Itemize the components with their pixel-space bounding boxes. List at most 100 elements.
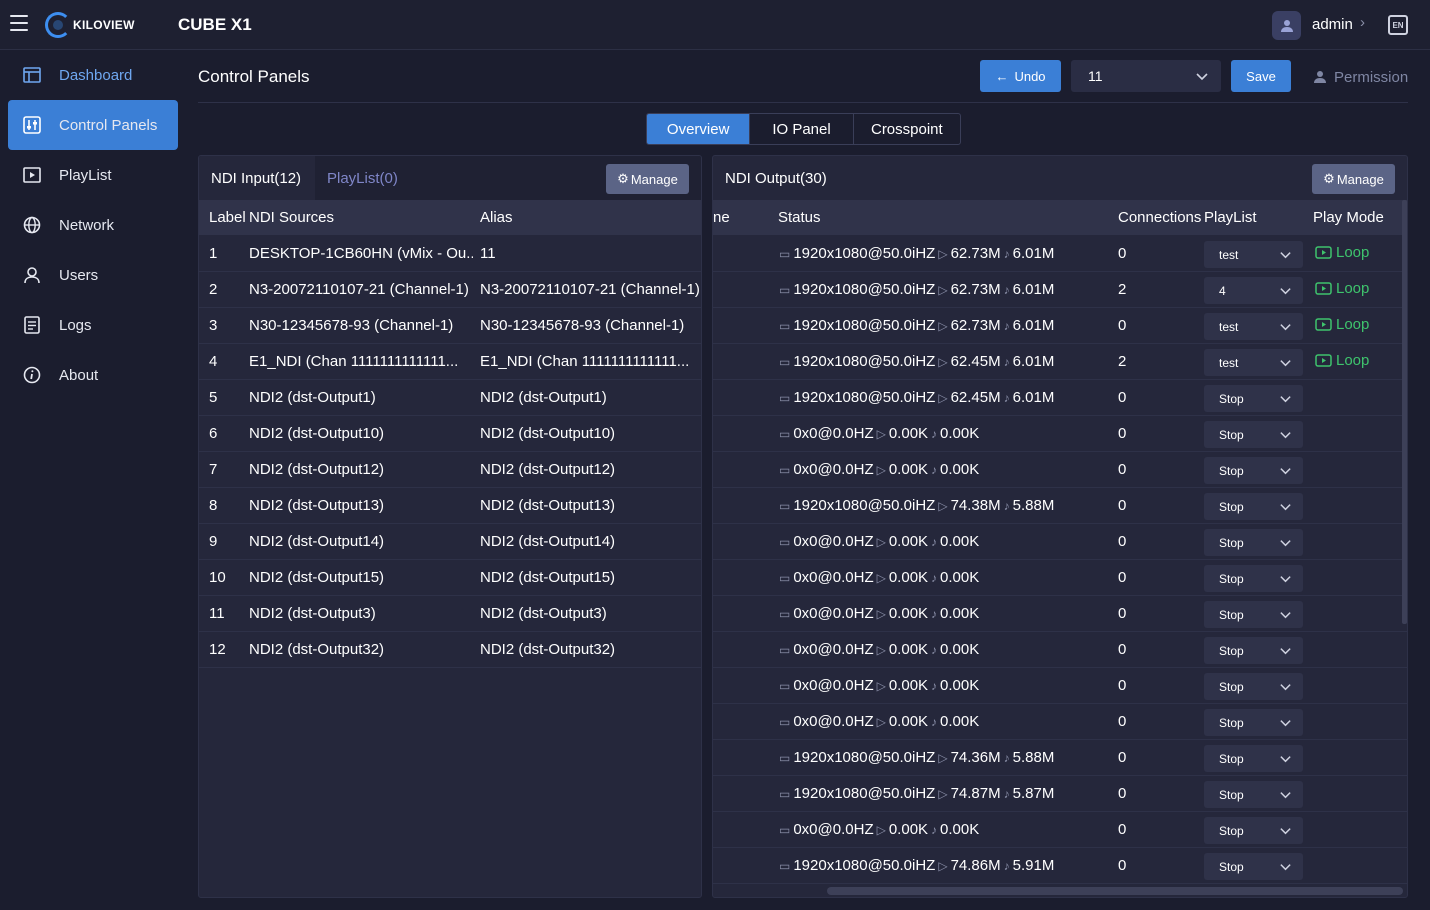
- vertical-scrollbar[interactable]: [1402, 200, 1407, 624]
- table-row[interactable]: ▭ 1920x1080@50.0iHZ ▷ 62.73M ♪ 6.01M 0 test Loop: [713, 236, 1407, 272]
- playlist-select[interactable]: Stop: [1204, 781, 1303, 808]
- menu-icon[interactable]: [10, 15, 28, 31]
- permission-button[interactable]: Permission: [1313, 66, 1408, 88]
- table-row[interactable]: ▭ 0x0@0.0HZ ▷ 0.00K ♪ 0.00K 0 Stop: [713, 812, 1407, 848]
- playlist-select[interactable]: test: [1204, 313, 1303, 340]
- video-icon: ▭: [779, 246, 791, 261]
- table-row[interactable]: 7 NDI2 (dst-Output12) NDI2 (dst-Output12): [199, 452, 701, 488]
- playlist-select[interactable]: Stop: [1204, 385, 1303, 412]
- tab-crosspoint[interactable]: Crosspoint: [854, 114, 960, 144]
- table-row[interactable]: 11 NDI2 (dst-Output3) NDI2 (dst-Output3): [199, 596, 701, 632]
- table-row[interactable]: 8 NDI2 (dst-Output13) NDI2 (dst-Output13): [199, 488, 701, 524]
- playlist-select[interactable]: Stop: [1204, 529, 1303, 556]
- sidebar-item-dashboard[interactable]: Dashboard: [8, 50, 178, 100]
- horizontal-scrollbar[interactable]: [827, 887, 1403, 895]
- playlist-select[interactable]: Stop: [1204, 673, 1303, 700]
- table-row[interactable]: ▭ 1920x1080@50.0iHZ ▷ 74.86M ♪ 5.91M 0 Stop: [713, 848, 1407, 884]
- user-icon: [22, 265, 42, 285]
- table-row[interactable]: ▭ 1920x1080@50.0iHZ ▷ 62.73M ♪ 6.01M 0 test Loop: [713, 308, 1407, 344]
- playlist-select[interactable]: Stop: [1204, 853, 1303, 880]
- audio-icon: ♪: [931, 462, 938, 477]
- sidebar-item-logs[interactable]: Logs: [8, 300, 178, 350]
- play-mode-loop[interactable]: Loop: [1315, 316, 1369, 333]
- row-connections: 2: [1118, 353, 1127, 370]
- table-row[interactable]: 4 E1_NDI (Chan 1111111111111... E1_NDI (Ch…: [199, 344, 701, 380]
- sidebar-item-users[interactable]: Users: [8, 250, 178, 300]
- playlist-select[interactable]: Stop: [1204, 637, 1303, 664]
- playlist-select[interactable]: Stop: [1204, 457, 1303, 484]
- video-icon: ▭: [779, 534, 791, 549]
- table-row[interactable]: ▭ 0x0@0.0HZ ▷ 0.00K ♪ 0.00K 0 Stop: [713, 596, 1407, 632]
- table-row[interactable]: 3 N30-12345678-93 (Channel-1) N30-12345678…: [199, 308, 701, 344]
- language-icon[interactable]: EN: [1388, 15, 1408, 35]
- table-row[interactable]: 12 NDI2 (dst-Output32) NDI2 (dst-Output32): [199, 632, 701, 668]
- playlist-select[interactable]: test: [1204, 241, 1303, 268]
- column-status: Status: [778, 209, 821, 226]
- row-label: 1: [209, 245, 218, 262]
- chevron-right-icon[interactable]: ›: [1360, 14, 1365, 31]
- playlist-select[interactable]: Stop: [1204, 601, 1303, 628]
- undo-button[interactable]: ← Undo: [980, 60, 1061, 92]
- manage-output-button[interactable]: ⚙ Manage: [1312, 164, 1395, 194]
- playlist-select[interactable]: Stop: [1204, 421, 1303, 448]
- playlist-select[interactable]: test: [1204, 349, 1303, 376]
- table-row[interactable]: ▭ 0x0@0.0HZ ▷ 0.00K ♪ 0.00K 0 Stop: [713, 704, 1407, 740]
- table-row[interactable]: ▭ 0x0@0.0HZ ▷ 0.00K ♪ 0.00K 0 Stop: [713, 524, 1407, 560]
- sidebar-item-control-panels[interactable]: Control Panels: [8, 100, 178, 150]
- user-name[interactable]: admin: [1312, 16, 1353, 33]
- table-row[interactable]: ▭ 1920x1080@50.0iHZ ▷ 62.73M ♪ 6.01M 2 4 Loop: [713, 272, 1407, 308]
- table-row[interactable]: ▭ 1920x1080@50.0iHZ ▷ 62.45M ♪ 6.01M 0 Stop: [713, 380, 1407, 416]
- table-row[interactable]: 9 NDI2 (dst-Output14) NDI2 (dst-Output14): [199, 524, 701, 560]
- save-button[interactable]: Save: [1231, 60, 1291, 92]
- table-row[interactable]: ▭ 0x0@0.0HZ ▷ 0.00K ♪ 0.00K 0 Stop: [713, 416, 1407, 452]
- table-row[interactable]: 10 NDI2 (dst-Output15) NDI2 (dst-Output15): [199, 560, 701, 596]
- chevron-down-icon: [1280, 612, 1291, 619]
- row-connections: 0: [1118, 317, 1127, 334]
- table-row[interactable]: ▭ 1920x1080@50.0iHZ ▷ 74.87M ♪ 5.87M 0 Stop: [713, 776, 1407, 812]
- chevron-down-icon: [1280, 828, 1291, 835]
- sidebar-item-playlist[interactable]: PlayList: [8, 150, 178, 200]
- scene-select[interactable]: 11: [1071, 60, 1221, 92]
- playlist-select[interactable]: Stop: [1204, 817, 1303, 844]
- table-row[interactable]: ▭ 0x0@0.0HZ ▷ 0.00K ♪ 0.00K 0 Stop: [713, 668, 1407, 704]
- top-bar: KILOVIEW CUBE X1 admin › EN: [0, 0, 1430, 50]
- table-row[interactable]: ▭ 1920x1080@50.0iHZ ▷ 74.36M ♪ 5.88M 0 Stop: [713, 740, 1407, 776]
- play-mode-loop[interactable]: Loop: [1315, 352, 1369, 369]
- table-row[interactable]: ▭ 1920x1080@50.0iHZ ▷ 62.45M ♪ 6.01M 2 test Loop: [713, 344, 1407, 380]
- table-row[interactable]: ▭ 0x0@0.0HZ ▷ 0.00K ♪ 0.00K 0 Stop: [713, 632, 1407, 668]
- playlist-select[interactable]: 4: [1204, 277, 1303, 304]
- play-mode-loop[interactable]: Loop: [1315, 244, 1369, 261]
- playlist-select[interactable]: Stop: [1204, 493, 1303, 520]
- table-row[interactable]: ▭ 1920x1080@50.0iHZ ▷ 74.38M ♪ 5.88M 0 Stop: [713, 488, 1407, 524]
- tab-io-panel[interactable]: IO Panel: [750, 114, 854, 144]
- row-alias: NDI2 (dst-Output32): [480, 641, 616, 658]
- table-row[interactable]: 5 NDI2 (dst-Output1) NDI2 (dst-Output1): [199, 380, 701, 416]
- sidebar-item-label: Control Panels: [59, 116, 158, 134]
- row-resolution: 1920x1080@50.0iHZ: [793, 353, 936, 370]
- table-row[interactable]: 6 NDI2 (dst-Output10) NDI2 (dst-Output10): [199, 416, 701, 452]
- tab-ndi-input[interactable]: NDI Input(12): [199, 156, 315, 200]
- video-icon: ▭: [779, 570, 791, 585]
- playlist-select[interactable]: Stop: [1204, 709, 1303, 736]
- avatar[interactable]: [1272, 11, 1301, 40]
- table-row[interactable]: 2 N3-20072110107-21 (Channel-1) N3-2007211…: [199, 272, 701, 308]
- tab-playlist[interactable]: PlayList(0): [327, 156, 398, 200]
- playlist-select-value: Stop: [1219, 499, 1244, 514]
- chevron-down-icon: [1280, 540, 1291, 547]
- manage-input-button[interactable]: ⚙ Manage: [606, 164, 689, 194]
- table-row[interactable]: ▭ 0x0@0.0HZ ▷ 0.00K ♪ 0.00K 0 Stop: [713, 452, 1407, 488]
- video-icon: ▭: [779, 822, 791, 837]
- user-icon: [1280, 19, 1293, 32]
- sidebar-item-label: Users: [59, 266, 99, 284]
- sidebar-item-about[interactable]: About: [8, 350, 178, 400]
- table-row[interactable]: 1 DESKTOP-1CB60HN (vMix - Ou... 11: [199, 236, 701, 272]
- table-row[interactable]: ▭ 0x0@0.0HZ ▷ 0.00K ♪ 0.00K 0 Stop: [713, 560, 1407, 596]
- playlist-select[interactable]: Stop: [1204, 745, 1303, 772]
- row-audio-bitrate: 6.01M: [1012, 317, 1055, 334]
- playlist-select[interactable]: Stop: [1204, 565, 1303, 592]
- row-status: ▭ 0x0@0.0HZ ▷ 0.00K ♪ 0.00K: [779, 713, 1114, 730]
- row-resolution: 0x0@0.0HZ: [793, 605, 874, 622]
- sidebar-item-network[interactable]: Network: [8, 200, 178, 250]
- play-mode-loop[interactable]: Loop: [1315, 280, 1369, 297]
- tab-overview[interactable]: Overview: [647, 114, 751, 144]
